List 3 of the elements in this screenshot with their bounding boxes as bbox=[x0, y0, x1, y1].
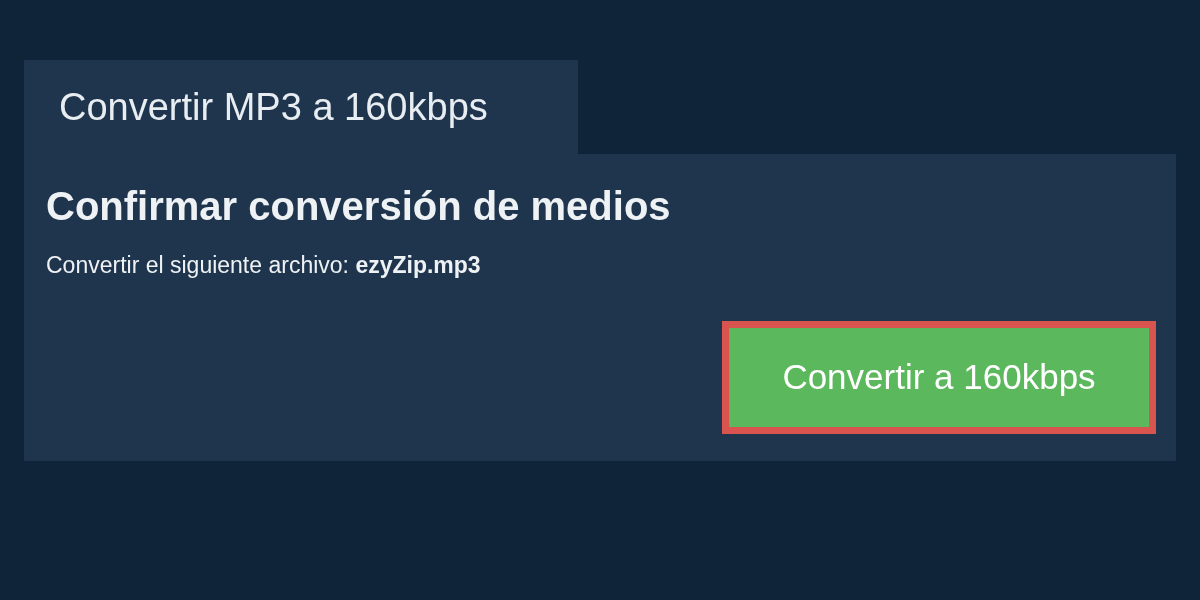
message-text: Convertir el siguiente archivo: ezyZip.mp3 bbox=[46, 251, 482, 280]
panel-title: Confirmar conversión de medios bbox=[46, 183, 672, 230]
tab[interactable]: Convertir MP3 a 160kbps bbox=[24, 60, 578, 154]
